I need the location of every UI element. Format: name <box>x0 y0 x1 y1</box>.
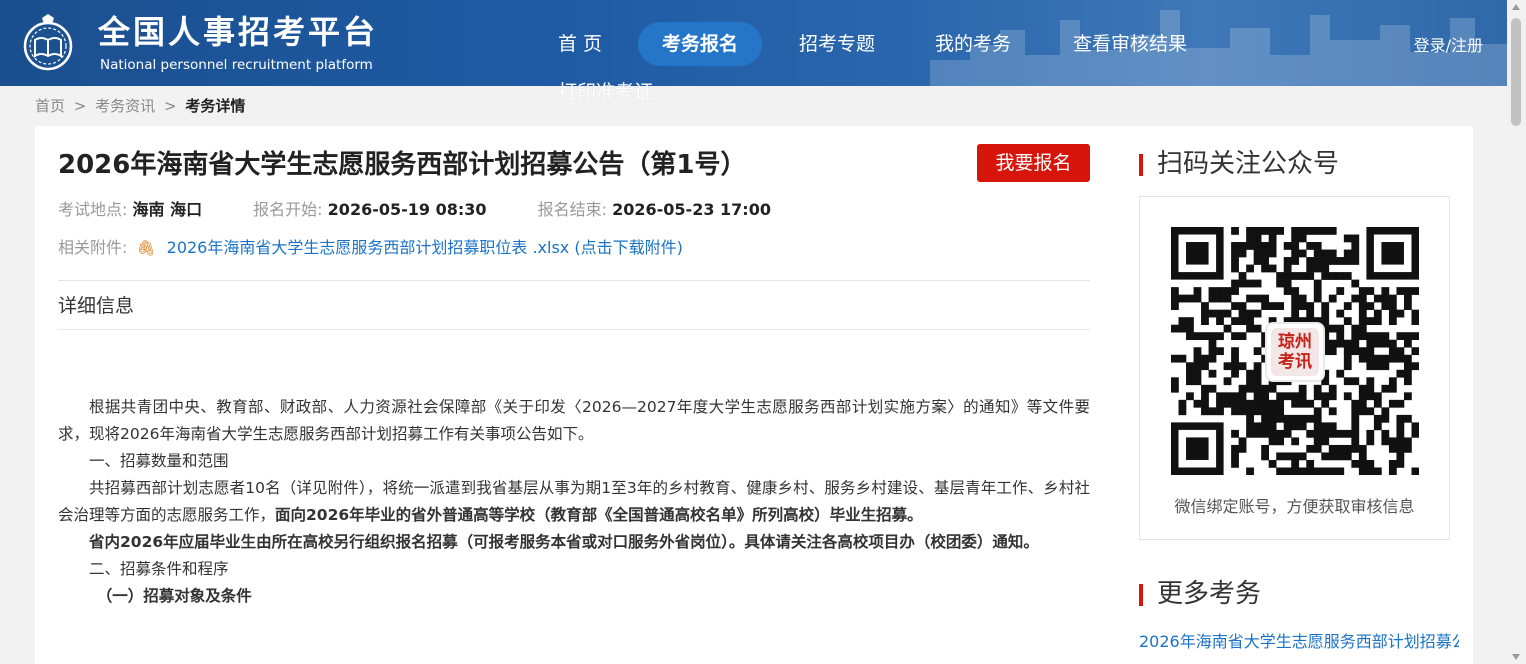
divider <box>58 280 1090 281</box>
article-bold-text: 面向2026年毕业的省外普通高等学校（教育部《全国普通高校名单》所列高校）毕业生… <box>275 506 923 524</box>
qr-caption: 微信绑定账号，方便获取审核信息 <box>1174 497 1415 516</box>
scrollbar-thumb[interactable] <box>1511 18 1521 126</box>
article-subheading: （一）招募对象及条件 <box>96 587 252 605</box>
divider <box>58 329 1090 330</box>
site-logo-title[interactable]: 全国人事招考平台 <box>98 12 378 52</box>
exam-meta-row: 考试地点: 海南 海口 报名开始: 2026-05-19 08:30 报名结束:… <box>58 199 817 221</box>
book-emblem-icon[interactable] <box>22 12 74 74</box>
qr-badge-text: 琼州考讯 <box>1271 328 1319 376</box>
qr-center-badge: 琼州考讯 <box>1265 322 1325 382</box>
start-label: 报名开始: <box>253 200 323 219</box>
breadcrumb: 首页 > 考务资讯 > 考务详情 <box>35 96 245 116</box>
breadcrumb-bar: 首页 > 考务资讯 > 考务详情 <box>0 86 1507 126</box>
qr-card: 琼州考讯 微信绑定账号，方便获取审核信息 <box>1139 196 1450 540</box>
top-header: 全国人事招考平台 National personnel recruitment … <box>0 0 1507 86</box>
breadcrumb-current: 考务详情 <box>185 97 246 115</box>
article-paragraph: 根据共青团中央、教育部、财政部、人力资源社会保障部《关于印发〈2026—2027… <box>58 398 1090 443</box>
end-value: 2026-05-23 17:00 <box>612 200 771 219</box>
paperclip-icon: 🖇 <box>136 239 156 257</box>
location-value: 海南 海口 <box>132 200 203 219</box>
detail-heading: 详细信息 <box>58 295 135 317</box>
end-label: 报名结束: <box>537 200 608 219</box>
attachment-download-link[interactable]: 2026年海南省大学生志愿服务西部计划招募职位表 .xlsx (点击下载附件) <box>167 238 683 257</box>
nav-recruit-topics[interactable]: 招考专题 <box>780 22 894 66</box>
article-paragraph: 一、招募数量和范围 <box>89 452 229 470</box>
qr-section-title: 扫码关注公众号 <box>1139 148 1339 180</box>
nav-print-ticket[interactable]: 打印准考证 <box>558 80 653 104</box>
site-logo-subtitle: National personnel recruitment platform <box>100 57 373 73</box>
page-scrollbar[interactable] <box>1507 0 1526 664</box>
article-paragraph: 二、招募条件和程序 <box>89 560 229 578</box>
main-content: 2026年海南省大学生志愿服务西部计划招募公告（第1号） 我要报名 考试地点: … <box>35 126 1473 664</box>
login-register-link[interactable]: 登录/注册 <box>1414 32 1483 56</box>
attachment-row: 相关附件: 🖇 2026年海南省大学生志愿服务西部计划招募职位表 .xlsx (… <box>58 237 683 259</box>
more-exams-title: 更多考务 <box>1139 578 1261 610</box>
breadcrumb-separator: > <box>73 97 87 115</box>
breadcrumb-separator: > <box>163 97 177 115</box>
start-value: 2026-05-19 08:30 <box>327 200 487 219</box>
nav-my-exams[interactable]: 我的考务 <box>916 22 1030 66</box>
location-label: 考试地点: <box>58 200 128 219</box>
breadcrumb-home[interactable]: 首页 <box>35 97 65 115</box>
scroll-up-arrow-icon[interactable] <box>1512 4 1520 10</box>
article-body: 根据共青团中央、教育部、财政部、人力资源社会保障部《关于印发〈2026—2027… <box>58 394 1090 610</box>
page-title: 2026年海南省大学生志愿服务西部计划招募公告（第1号） <box>58 150 747 180</box>
attachment-label: 相关附件: <box>58 238 128 257</box>
article-paragraph: 共招募西部计划志愿者10名（详见附件），将统一派遣到我省基层从事为期1至3年的乡… <box>58 475 1090 529</box>
nav-exam-signup[interactable]: 考务报名 <box>638 22 762 66</box>
article-paragraph: 省内2026年应届毕业生由所在高校另行组织报名招募（可报考服务本省或对口服务外省… <box>89 533 1039 551</box>
scroll-down-arrow-icon[interactable] <box>1512 654 1520 660</box>
nav-review-results[interactable]: 查看审核结果 <box>1060 22 1200 66</box>
breadcrumb-parent[interactable]: 考务资讯 <box>95 97 155 115</box>
more-exam-link[interactable]: 2026年海南省大学生志愿服务西部计划招募公告（第1号） <box>1139 629 1459 655</box>
signup-button[interactable]: 我要报名 <box>977 144 1090 182</box>
nav-home[interactable]: 首 页 <box>540 22 620 66</box>
